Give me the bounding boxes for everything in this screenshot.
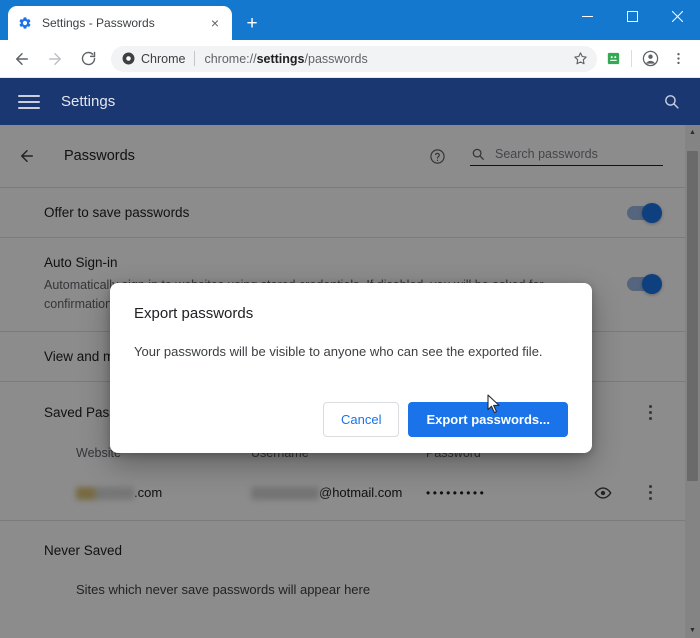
back-arrow-icon[interactable]: [8, 45, 36, 73]
minimize-icon[interactable]: [565, 0, 610, 32]
url-suffix: /passwords: [304, 51, 368, 66]
title-bar: Settings - Passwords × +: [0, 0, 700, 40]
hamburger-menu-icon[interactable]: [18, 91, 40, 113]
reload-icon[interactable]: [74, 45, 102, 73]
url-text: chrome://settings/passwords: [204, 52, 569, 66]
forward-arrow-icon[interactable]: [41, 45, 69, 73]
dialog-title: Export passwords: [134, 305, 254, 322]
settings-page: Settings Passwords Search passwords Offe…: [0, 78, 700, 638]
profile-avatar-icon[interactable]: [636, 45, 664, 73]
browser-tab[interactable]: Settings - Passwords ×: [8, 6, 232, 40]
omnibox-actions: [569, 48, 591, 70]
chip-divider: [194, 51, 196, 66]
chrome-chip: Chrome: [121, 52, 185, 66]
dialog-actions: Cancel Export passwords...: [134, 401, 568, 437]
toolbar-divider: [631, 50, 632, 67]
tab-title: Settings - Passwords: [42, 16, 155, 30]
three-dot-menu-icon[interactable]: [664, 45, 692, 73]
new-tab-button[interactable]: +: [238, 9, 266, 37]
gear-icon: [17, 15, 33, 31]
star-icon[interactable]: [569, 48, 591, 70]
close-icon[interactable]: ×: [207, 15, 223, 31]
url-prefix: chrome://: [204, 51, 257, 66]
browser-window: Settings - Passwords × + Chrome chrome:/…: [0, 0, 700, 638]
browser-toolbar: Chrome chrome://settings/passwords: [0, 40, 700, 78]
settings-app-bar: Settings: [0, 78, 700, 125]
url-bold: settings: [256, 51, 305, 66]
address-bar[interactable]: Chrome chrome://settings/passwords: [111, 45, 597, 72]
close-icon[interactable]: [655, 0, 700, 32]
window-controls: [565, 0, 700, 32]
search-icon[interactable]: [660, 91, 682, 113]
settings-title: Settings: [61, 93, 116, 110]
chrome-chip-label: Chrome: [141, 51, 186, 66]
dialog-message: Your passwords will be visible to anyone…: [134, 344, 543, 359]
chrome-logo-icon: [121, 52, 135, 66]
extension-icon[interactable]: [599, 45, 627, 73]
export-passwords-button[interactable]: Export passwords...: [408, 401, 568, 437]
maximize-icon[interactable]: [610, 0, 655, 32]
export-passwords-dialog: Export passwords Your passwords will be …: [110, 283, 592, 453]
cancel-button[interactable]: Cancel: [322, 401, 400, 437]
